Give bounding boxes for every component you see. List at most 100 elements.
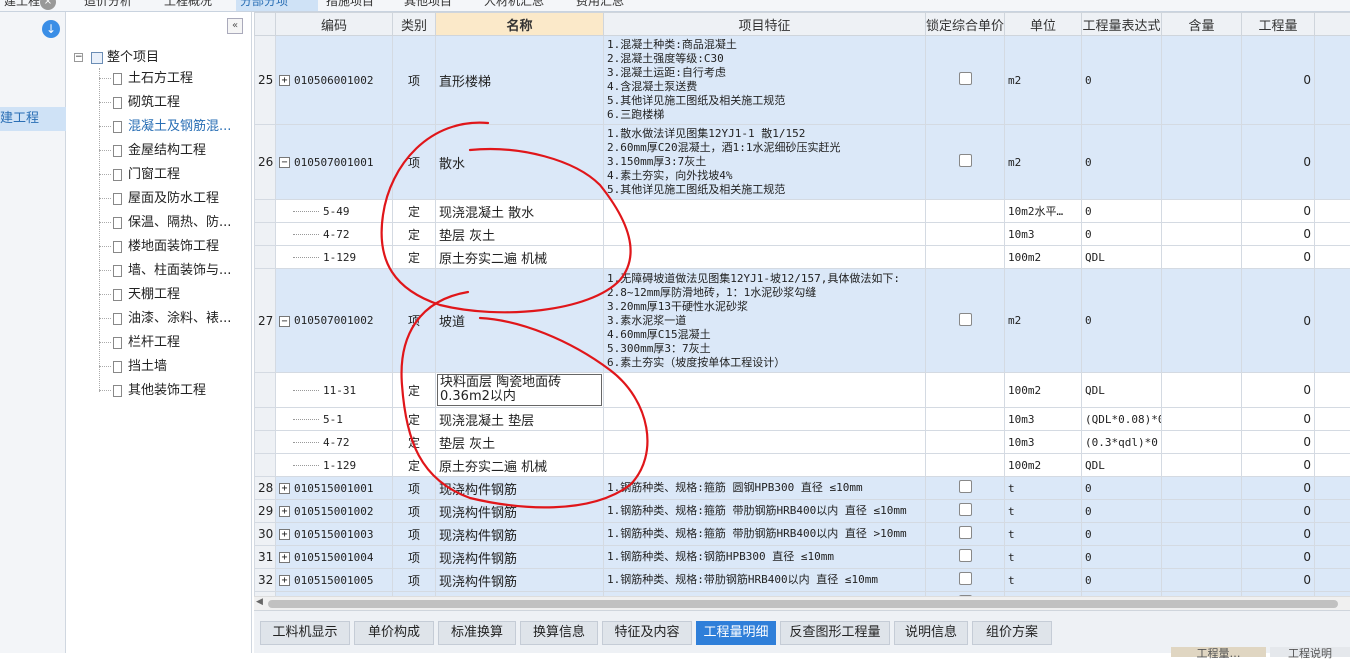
bottom-tab[interactable]: 工料机显示 [260,621,350,645]
code-cell[interactable]: +010506001002 [276,36,393,125]
tree-item[interactable]: 混凝土及钢筋混... [99,116,231,138]
name-cell[interactable]: 块料面层 陶瓷地面砖 0.36m2以内 [436,373,604,408]
quantity-cell[interactable]: 0 [1242,125,1315,200]
tree-item[interactable]: 屋面及防水工程 [99,188,219,210]
lock-price-cell[interactable] [926,546,1005,569]
column-header[interactable]: 含量 [1162,13,1242,36]
code-cell[interactable]: 4-72 [276,223,393,246]
name-edit-box[interactable]: 块料面层 陶瓷地面砖 0.36m2以内 [437,374,602,406]
lock-price-cell[interactable] [926,431,1005,454]
tree-item[interactable]: 金屋结构工程 [99,140,206,162]
unit-cell[interactable]: 10m2水平… [1005,200,1082,223]
category-cell[interactable]: 定 [393,223,436,246]
expression-cell[interactable]: 0 [1082,569,1162,592]
category-cell[interactable]: 定 [393,408,436,431]
category-cell[interactable]: 项 [393,546,436,569]
name-cell[interactable]: 现浇构件钢筋 [436,546,604,569]
bottom-right-tab-a[interactable]: 工程量… [1171,647,1266,657]
feature-cell[interactable]: 1.混凝土种类:商品混凝土 2.混凝土强度等级:C30 3.混凝土运距:自行考虑… [604,36,926,125]
category-cell[interactable]: 定 [393,431,436,454]
lock-price-checkbox[interactable] [959,549,972,562]
column-header[interactable] [255,13,276,36]
lock-price-cell[interactable] [926,500,1005,523]
feature-cell[interactable]: 1.散水做法详见图集12YJ1-1 散1/152 2.60mm厚C20混凝土，酒… [604,125,926,200]
unit-cell[interactable]: t [1005,523,1082,546]
top-tab[interactable]: 分部分项 [236,0,318,12]
name-cell[interactable]: 垫层 灰土 [436,223,604,246]
bottom-tab[interactable]: 工程量明细 [696,621,776,645]
tree-item[interactable]: 砌筑工程 [99,92,180,114]
expression-cell[interactable]: QDL [1082,454,1162,477]
collapse-row-icon[interactable]: − [279,316,290,327]
name-cell[interactable]: 现浇构件钢筋 [436,500,604,523]
name-cell[interactable]: 现浇构件钢筋 [436,477,604,500]
bottom-tab[interactable]: 特征及内容 [602,621,692,645]
lock-price-cell[interactable] [926,269,1005,373]
unit-cell[interactable]: m2 [1005,269,1082,373]
scrollbar-thumb[interactable] [268,600,1338,608]
column-header[interactable]: 项目特征 [604,13,926,36]
expression-cell[interactable]: 0 [1082,546,1162,569]
collapse-panel-icon[interactable]: « [227,18,243,34]
quantity-cell[interactable]: 0 [1242,223,1315,246]
name-cell[interactable]: 现浇构件钢筋 [436,523,604,546]
lock-price-cell[interactable] [926,373,1005,408]
content-cell[interactable] [1162,500,1242,523]
code-cell[interactable]: +010515001002 [276,500,393,523]
top-tab[interactable]: 其他项目 [400,0,476,12]
feature-cell[interactable] [604,200,926,223]
category-cell[interactable]: 定 [393,200,436,223]
feature-cell[interactable] [604,431,926,454]
lock-price-cell[interactable] [926,477,1005,500]
bottom-tab[interactable]: 反查图形工程量 [780,621,890,645]
quota-sub-row[interactable]: 1-129定原土夯实二遍 机械100m2QDL0 [255,246,1350,269]
lock-price-cell[interactable] [926,569,1005,592]
bottom-tab[interactable]: 单价构成 [354,621,434,645]
name-cell[interactable]: 直形楼梯 [436,36,604,125]
content-cell[interactable] [1162,454,1242,477]
bottom-tab[interactable]: 组价方案 [972,621,1052,645]
quantity-cell[interactable]: 0 [1242,269,1315,373]
left-nav-selected-item[interactable]: 建工程 [0,107,66,131]
content-cell[interactable] [1162,246,1242,269]
lock-price-checkbox[interactable] [959,154,972,167]
download-icon[interactable]: ↓ [42,20,60,38]
feature-cell[interactable] [604,223,926,246]
unit-cell[interactable]: 10m3 [1005,431,1082,454]
bill-item-row[interactable]: 27−010507001002项坡道1.无障碍坡道做法见图集12YJ1-坡12/… [255,269,1350,373]
feature-cell[interactable]: 1.钢筋种类、规格:钢筋HPB300 直径 ≤10mm [604,546,926,569]
expression-cell[interactable]: 0 [1082,523,1162,546]
quota-sub-row[interactable]: 11-31定块料面层 陶瓷地面砖 0.36m2以内100m2QDL0 [255,373,1350,408]
category-cell[interactable]: 项 [393,125,436,200]
feature-cell[interactable] [604,246,926,269]
tree-item[interactable]: 保温、隔热、防... [99,212,231,234]
name-cell[interactable]: 现浇混凝土 垫层 [436,408,604,431]
column-header[interactable]: 工程量表达式 [1082,13,1162,36]
code-cell[interactable]: +010515001001 [276,477,393,500]
expression-cell[interactable]: 0 [1082,200,1162,223]
name-cell[interactable]: 现浇混凝土 散水 [436,200,604,223]
top-tab[interactable]: 造价分析 [80,0,156,12]
expression-cell[interactable]: 0 [1082,269,1162,373]
code-cell[interactable]: −010507001002 [276,269,393,373]
expand-row-icon[interactable]: + [279,552,290,563]
unit-cell[interactable]: 100m2 [1005,454,1082,477]
name-cell[interactable]: 散水 [436,125,604,200]
code-cell[interactable]: 5-1 [276,408,393,431]
name-cell[interactable]: 原土夯实二遍 机械 [436,246,604,269]
bill-item-row[interactable]: 31+010515001004项现浇构件钢筋1.钢筋种类、规格:钢筋HPB300… [255,546,1350,569]
quota-sub-row[interactable]: 5-1定现浇混凝土 垫层10m3(QDL*0.08)*00 [255,408,1350,431]
code-cell[interactable]: 4-72 [276,431,393,454]
column-header[interactable]: 名称 [436,13,604,36]
name-cell[interactable]: 坡道 [436,269,604,373]
bill-item-row[interactable]: 30+010515001003项现浇构件钢筋1.钢筋种类、规格:箍筋 带肋钢筋H… [255,523,1350,546]
bottom-tab[interactable]: 说明信息 [894,621,968,645]
content-cell[interactable] [1162,569,1242,592]
lock-price-cell[interactable] [926,454,1005,477]
expression-cell[interactable]: 0 [1082,223,1162,246]
lock-price-cell[interactable] [926,246,1005,269]
tree-collapse-icon[interactable]: − [74,53,83,62]
expression-cell[interactable]: 0 [1082,125,1162,200]
scroll-left-icon[interactable]: ◀ [256,597,263,607]
content-cell[interactable] [1162,523,1242,546]
